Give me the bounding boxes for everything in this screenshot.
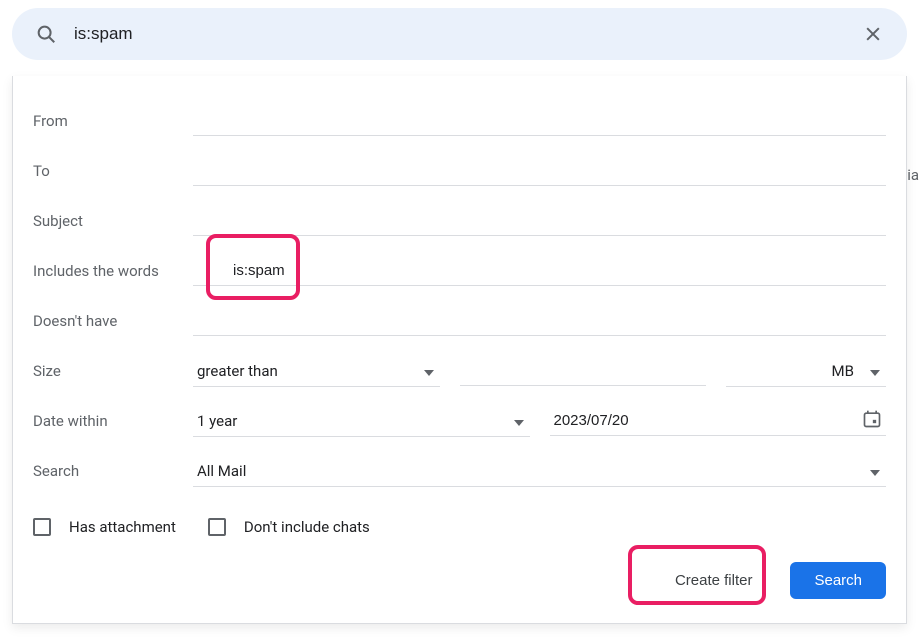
size-unit-select[interactable]: MB xyxy=(726,356,886,387)
date-field[interactable] xyxy=(550,406,887,436)
exclude-chats-label: Don't include chats xyxy=(244,518,370,536)
size-comparison-value: greater than xyxy=(197,362,278,380)
has-attachment-label: Has attachment xyxy=(69,518,176,536)
date-within-label: Date within xyxy=(33,412,193,430)
to-input[interactable] xyxy=(193,156,886,186)
search-input[interactable] xyxy=(68,24,851,44)
chevron-down-icon xyxy=(514,412,524,430)
chevron-down-icon xyxy=(424,362,434,380)
create-filter-button[interactable]: Create filter xyxy=(655,562,773,599)
search-icon[interactable] xyxy=(24,12,68,56)
doesnt-have-input[interactable] xyxy=(193,306,886,336)
size-row: Size greater than MB xyxy=(33,346,886,396)
filter-options-panel: From To Subject Includes the words Doesn… xyxy=(12,76,907,624)
has-attachment-checkbox[interactable]: Has attachment xyxy=(33,518,176,536)
search-in-value: All Mail xyxy=(197,462,246,480)
exclude-chats-checkbox[interactable]: Don't include chats xyxy=(208,518,370,536)
search-in-select[interactable]: All Mail xyxy=(193,456,886,487)
doesnt-have-row: Doesn't have xyxy=(33,296,886,346)
doesnt-have-label: Doesn't have xyxy=(33,312,193,330)
subject-input[interactable] xyxy=(193,206,886,236)
search-bar xyxy=(12,8,907,60)
to-row: To xyxy=(33,146,886,196)
search-button[interactable]: Search xyxy=(790,562,886,599)
subject-row: Subject xyxy=(33,196,886,246)
includes-words-label: Includes the words xyxy=(33,262,193,280)
size-unit-value: MB xyxy=(730,362,882,380)
includes-words-input[interactable] xyxy=(193,256,886,286)
search-in-row: Search All Mail xyxy=(33,446,886,496)
search-in-label: Search xyxy=(33,462,193,480)
size-comparison-select[interactable]: greater than xyxy=(193,356,440,387)
from-row: From xyxy=(33,96,886,146)
date-range-value: 1 year xyxy=(197,412,237,430)
date-within-row: Date within 1 year xyxy=(33,396,886,446)
background-peek-text: ia xyxy=(907,166,919,184)
checkbox-box-icon xyxy=(33,518,51,536)
subject-label: Subject xyxy=(33,212,193,230)
checkbox-row: Has attachment Don't include chats xyxy=(33,518,886,536)
to-label: To xyxy=(33,162,193,180)
clear-search-icon[interactable] xyxy=(851,12,895,56)
checkbox-box-icon xyxy=(208,518,226,536)
size-label: Size xyxy=(33,362,193,380)
date-input[interactable] xyxy=(554,412,883,429)
from-label: From xyxy=(33,112,193,130)
calendar-icon[interactable] xyxy=(862,409,882,433)
chevron-down-icon xyxy=(870,462,880,480)
includes-words-row: Includes the words xyxy=(33,246,886,296)
from-input[interactable] xyxy=(193,106,886,136)
size-amount-input[interactable] xyxy=(460,356,707,386)
action-row: Create filter Search xyxy=(33,562,886,599)
date-range-select[interactable]: 1 year xyxy=(193,406,530,437)
